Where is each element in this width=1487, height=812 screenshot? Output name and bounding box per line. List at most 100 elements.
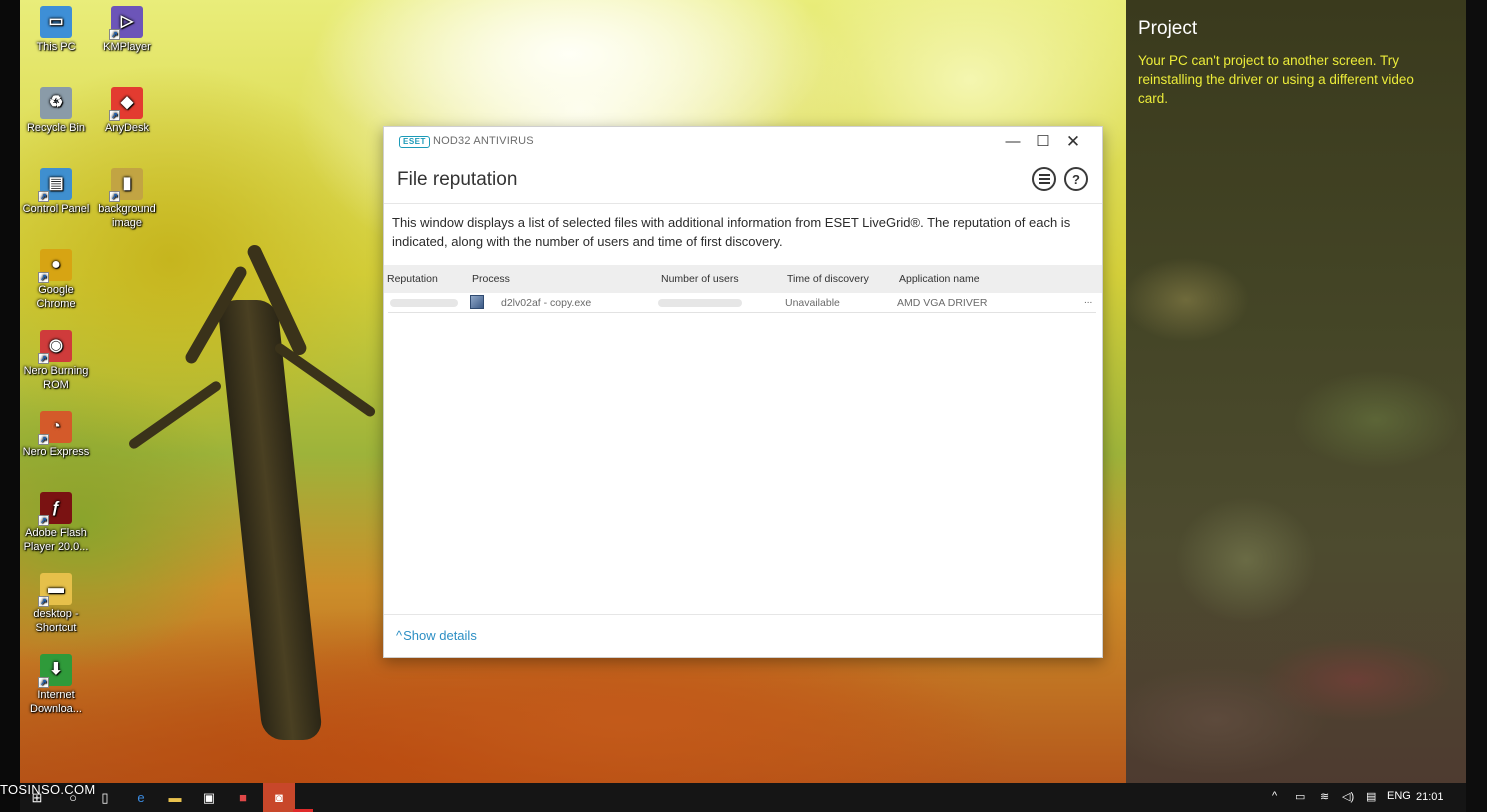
taskbar: ⊞ ○ ▯ e ▬ ▣ ■ ◙ ^ ▭ ≋ ◁) ▤ ENG 21:01 bbox=[20, 783, 1466, 812]
project-error-message: Your PC can't project to another screen.… bbox=[1138, 53, 1414, 106]
shortcut-arrow-icon: ↗ bbox=[109, 191, 120, 202]
desktop-icon[interactable]: ◆ ↗ AnyDesk bbox=[91, 87, 163, 135]
desktop-icon[interactable]: ◔ ↗ Nero Express bbox=[20, 411, 92, 459]
list-icon bbox=[1038, 174, 1050, 184]
shortcut-arrow-icon: ↗ bbox=[38, 596, 49, 607]
taskbar-clock[interactable]: 21:01 bbox=[1416, 791, 1444, 803]
help-icon: ? bbox=[1072, 171, 1080, 187]
desktop-icon[interactable]: ▮ ↗ background image bbox=[91, 168, 163, 230]
eset-logo: ESET bbox=[399, 136, 430, 148]
close-button[interactable]: ✕ bbox=[1058, 131, 1088, 153]
flash-player-icon: ƒ ↗ bbox=[38, 492, 72, 526]
column-header-reputation[interactable]: Reputation bbox=[387, 273, 438, 285]
desktop-icon[interactable]: ⬇ ↗ Internet Downloa... bbox=[20, 654, 92, 716]
tray-overflow-icon[interactable]: ^ bbox=[1272, 790, 1277, 802]
app-name: NOD32 ANTIVIRUS bbox=[433, 135, 534, 147]
footer-divider bbox=[384, 614, 1102, 615]
desktop-icon-label: Google Chrome bbox=[36, 284, 76, 310]
shortcut-arrow-icon: ↗ bbox=[38, 353, 49, 364]
desktop-icon[interactable]: ▭ This PC bbox=[20, 6, 92, 54]
desktop-icon-label: Control Panel bbox=[22, 203, 90, 215]
help-button[interactable]: ? bbox=[1064, 167, 1088, 191]
shortcut-arrow-icon: ↗ bbox=[38, 191, 49, 202]
desktop-icon-label: KMPlayer bbox=[103, 41, 151, 53]
store-icon[interactable]: ▣ bbox=[200, 789, 218, 807]
recycle-bin-icon: ♻ bbox=[40, 87, 72, 119]
column-header-application-name[interactable]: Application name bbox=[899, 273, 980, 285]
shortcut-arrow-icon: ↗ bbox=[109, 110, 120, 121]
desktop-icon-label: Adobe Flash Player 20.0... bbox=[23, 527, 89, 553]
file-explorer-icon[interactable]: ▬ bbox=[166, 789, 184, 807]
column-header-process[interactable]: Process bbox=[472, 273, 510, 285]
desktop-icon[interactable]: ▷ ↗ KMPlayer bbox=[91, 6, 163, 54]
desktop-icon-label: background image bbox=[98, 203, 156, 229]
application-name: AMD VGA DRIVER bbox=[897, 297, 988, 309]
desktop-icon-label: This PC bbox=[36, 41, 76, 53]
window-description: This window displays a list of selected … bbox=[392, 215, 1071, 249]
table-row[interactable]: d2lv02af - copy.exe Unavailable AMD VGA … bbox=[388, 293, 1096, 313]
desktop-icon-label: Internet Downloa... bbox=[30, 689, 82, 715]
exe-file-icon bbox=[470, 295, 484, 309]
shortcut-arrow-icon: ↗ bbox=[38, 677, 49, 688]
desktop-icon-label: AnyDesk bbox=[104, 122, 150, 134]
wallpaper-tree-branch bbox=[127, 379, 223, 451]
reputation-bar bbox=[390, 299, 458, 307]
desktop-icon[interactable]: ♻ Recycle Bin bbox=[20, 87, 92, 135]
column-header-time-of-discovery[interactable]: Time of discovery bbox=[787, 273, 869, 285]
process-name: d2lv02af - copy.exe bbox=[501, 297, 592, 309]
watermark: TOSINSO.COM bbox=[0, 782, 96, 797]
chevron-up-icon: ^ bbox=[396, 628, 403, 643]
control-panel-icon: ▤ ↗ bbox=[38, 168, 72, 202]
edge-icon[interactable]: e bbox=[132, 789, 150, 807]
nero-express-icon: ◔ ↗ bbox=[38, 411, 72, 445]
volume-icon[interactable]: ◁) bbox=[1342, 790, 1354, 803]
header-divider bbox=[384, 203, 1102, 204]
language-indicator[interactable]: ENG bbox=[1387, 790, 1411, 802]
image-file-icon: ▮ ↗ bbox=[109, 168, 143, 202]
desktop-icon-label: Nero Express bbox=[22, 446, 90, 458]
wifi-icon[interactable]: ≋ bbox=[1320, 790, 1329, 803]
project-title: Project bbox=[1138, 18, 1198, 39]
anydesk-icon: ◆ ↗ bbox=[109, 87, 143, 121]
desktop-icon[interactable]: ƒ ↗ Adobe Flash Player 20.0... bbox=[20, 492, 92, 554]
maximize-button[interactable]: ☐ bbox=[1028, 131, 1058, 153]
chrome-icon: ● ↗ bbox=[38, 249, 72, 283]
column-header-number-of-users[interactable]: Number of users bbox=[661, 273, 739, 285]
internet-download-icon: ⬇ ↗ bbox=[38, 654, 72, 688]
list-view-button[interactable] bbox=[1032, 167, 1056, 191]
task-view-icon[interactable]: ▯ bbox=[96, 789, 114, 807]
folder-icon: ▬ ↗ bbox=[38, 573, 72, 607]
window-title: File reputation bbox=[397, 169, 518, 190]
shortcut-arrow-icon: ↗ bbox=[38, 272, 49, 283]
screen-frame-right bbox=[1466, 0, 1487, 812]
desktop-icon[interactable]: ▤ ↗ Control Panel bbox=[20, 168, 92, 216]
nero-burning-icon: ◉ ↗ bbox=[38, 330, 72, 364]
time-of-discovery: Unavailable bbox=[785, 297, 840, 309]
users-bar bbox=[658, 299, 742, 307]
battery-icon[interactable]: ▭ bbox=[1295, 790, 1305, 803]
project-panel: Project Your PC can't project to another… bbox=[1126, 0, 1466, 783]
desktop-icon[interactable]: ▬ ↗ desktop - Shortcut bbox=[20, 573, 92, 635]
minimize-button[interactable]: — bbox=[998, 131, 1028, 153]
table-header: Reputation Process Number of users Time … bbox=[384, 265, 1102, 293]
window-titlebar[interactable]: ESET NOD32 ANTIVIRUS — ☐ ✕ bbox=[384, 127, 1102, 157]
desktop-icon-label: desktop - Shortcut bbox=[33, 608, 79, 634]
screen-frame-left bbox=[0, 0, 20, 812]
kmplayer-icon: ▷ ↗ bbox=[109, 6, 143, 40]
desktop-icon-label: Nero Burning ROM bbox=[23, 365, 89, 391]
shortcut-arrow-icon: ↗ bbox=[38, 434, 49, 445]
eset-taskbar-icon[interactable]: ◙ bbox=[270, 789, 288, 807]
show-details-label: Show details bbox=[403, 628, 477, 643]
shortcut-arrow-icon: ↗ bbox=[38, 515, 49, 526]
wallpaper-tree-branch bbox=[272, 341, 378, 419]
show-details-link[interactable]: ^Show details bbox=[396, 628, 477, 643]
row-more-indicator: ... bbox=[1084, 295, 1093, 306]
monitor-icon: ▭ bbox=[40, 6, 72, 38]
desktop-icon[interactable]: ◉ ↗ Nero Burning ROM bbox=[20, 330, 92, 392]
eset-file-reputation-window: ESET NOD32 ANTIVIRUS — ☐ ✕ File reputati… bbox=[383, 126, 1103, 658]
desktop-icon-label: Recycle Bin bbox=[26, 122, 86, 134]
desktop-icon[interactable]: ● ↗ Google Chrome bbox=[20, 249, 92, 311]
media-app-icon[interactable]: ■ bbox=[234, 789, 252, 807]
shortcut-arrow-icon: ↗ bbox=[109, 29, 120, 40]
action-center-icon[interactable]: ▤ bbox=[1366, 790, 1376, 803]
